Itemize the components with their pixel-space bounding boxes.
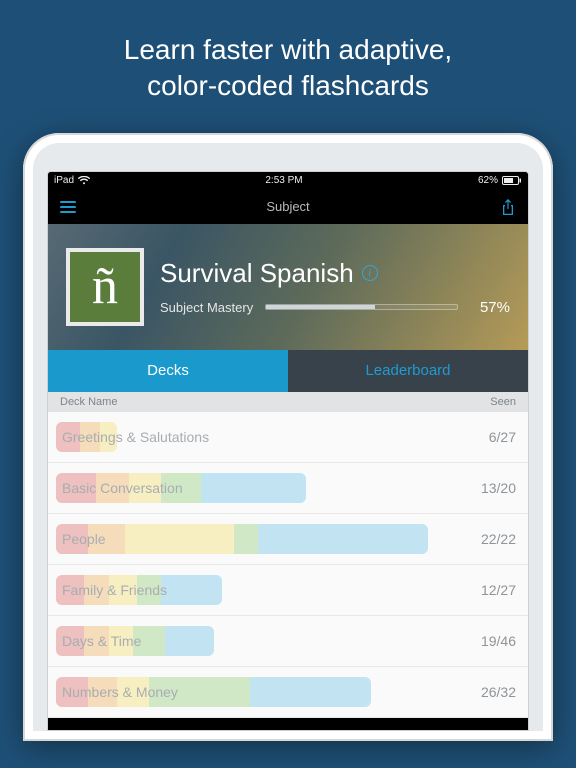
progress-segment-green: [234, 524, 258, 554]
progress-segment-blue: [165, 626, 213, 656]
deck-name: Greetings & Salutations: [56, 429, 209, 445]
deck-name: Numbers & Money: [56, 684, 178, 700]
deck-seen: 13/20: [470, 480, 516, 496]
deck-progress-bar: Family & Friends: [56, 575, 460, 605]
mastery-fill: [266, 305, 375, 309]
deck-name: People: [56, 531, 106, 547]
deck-row[interactable]: Basic Conversation 13/20: [48, 463, 528, 514]
deck-seen: 19/46: [470, 633, 516, 649]
col-header-deck-name: Deck Name: [60, 396, 117, 408]
promo-headline: Learn faster with adaptive,color-coded f…: [0, 0, 576, 133]
deck-progress-bar: Numbers & Money: [56, 677, 460, 707]
deck-name: Days & Time: [56, 633, 141, 649]
deck-row[interactable]: Days & Time 19/46: [48, 616, 528, 667]
deck-row[interactable]: People 22/22: [48, 514, 528, 565]
nav-title: Subject: [266, 199, 309, 214]
mastery-label: Subject Mastery: [160, 300, 253, 315]
deck-seen: 6/27: [470, 429, 516, 445]
deck-row[interactable]: Greetings & Salutations 6/27: [48, 412, 528, 463]
screen: iPad 2:53 PM 62% Subject: [47, 171, 529, 731]
subject-title: Survival Spanish: [160, 258, 354, 289]
deck-row[interactable]: Family & Friends 12/27: [48, 565, 528, 616]
deck-list-header: Deck Name Seen: [48, 392, 528, 412]
progress-segment-blue: [161, 575, 222, 605]
progress-segment-blue: [250, 677, 371, 707]
device-bezel: iPad 2:53 PM 62% Subject: [33, 143, 543, 731]
status-bar-left: iPad: [54, 175, 90, 186]
status-bar: iPad 2:53 PM 62%: [48, 172, 528, 190]
nav-bar: Subject: [48, 190, 528, 224]
share-icon[interactable]: [500, 198, 516, 216]
menu-icon[interactable]: [60, 201, 76, 213]
device-label: iPad: [54, 175, 74, 186]
status-bar-right: 62%: [478, 175, 522, 186]
deck-seen: 26/32: [470, 684, 516, 700]
battery-label: 62%: [478, 175, 498, 186]
deck-progress-bar: Basic Conversation: [56, 473, 460, 503]
wifi-icon: [78, 176, 90, 185]
tab-leaderboard[interactable]: Leaderboard: [288, 350, 528, 392]
deck-name: Family & Friends: [56, 582, 167, 598]
progress-segment-blue: [201, 473, 306, 503]
deck-name: Basic Conversation: [56, 480, 183, 496]
col-header-seen: Seen: [490, 396, 516, 408]
tab-decks[interactable]: Decks: [48, 350, 288, 392]
battery-icon: [502, 176, 522, 185]
subject-header: ñ Survival Spanish i Subject Mastery 57%: [48, 224, 528, 350]
deck-seen: 12/27: [470, 582, 516, 598]
status-bar-time: 2:53 PM: [265, 175, 302, 186]
mastery-percent: 57%: [470, 299, 510, 316]
deck-seen: 22/22: [470, 531, 516, 547]
subject-logo: ñ: [66, 248, 144, 326]
subject-info: Survival Spanish i Subject Mastery 57%: [160, 258, 510, 316]
mastery-bar: [265, 304, 458, 310]
progress-segment-yellow: [125, 524, 234, 554]
info-icon[interactable]: i: [362, 265, 378, 281]
progress-segment-blue: [258, 524, 428, 554]
deck-list: Greetings & Salutations 6/27 Basic Convers…: [48, 412, 528, 718]
deck-progress-bar: People: [56, 524, 460, 554]
device-frame: iPad 2:53 PM 62% Subject: [23, 133, 553, 741]
deck-progress-bar: Greetings & Salutations: [56, 422, 460, 452]
deck-progress-bar: Days & Time: [56, 626, 460, 656]
deck-row[interactable]: Numbers & Money 26/32: [48, 667, 528, 718]
tabs: Decks Leaderboard: [48, 350, 528, 392]
